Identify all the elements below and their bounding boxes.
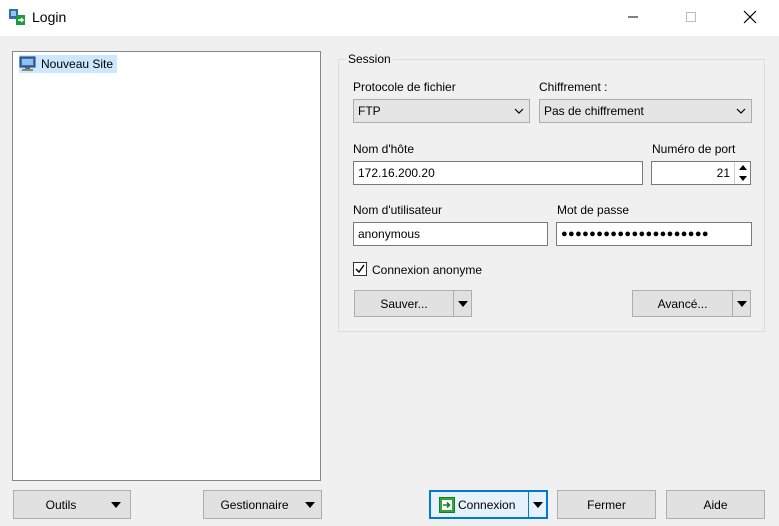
session-group-label: Session — [346, 52, 393, 66]
protocol-value: FTP — [358, 104, 381, 118]
username-label: Nom d'utilisateur — [353, 203, 442, 217]
chevron-down-icon — [731, 108, 751, 114]
title-bar: Login — [0, 0, 779, 36]
anonymous-label: Connexion anonyme — [372, 263, 483, 277]
port-increment-button[interactable] — [735, 162, 750, 173]
tools-button-label: Outils — [45, 497, 77, 512]
tools-button[interactable]: Outils — [13, 490, 131, 519]
close-button[interactable]: Fermer — [557, 490, 656, 519]
close-window-button[interactable] — [727, 0, 773, 34]
port-decrement-button[interactable] — [735, 173, 750, 184]
maximize-icon — [686, 12, 696, 22]
site-item-label: Nouveau Site — [41, 57, 114, 71]
connect-button[interactable]: Connexion — [429, 490, 548, 519]
close-icon — [743, 10, 757, 24]
encryption-select[interactable]: Pas de chiffrement — [539, 99, 752, 123]
checkmark-icon — [355, 264, 365, 274]
anonymous-checkbox[interactable] — [353, 262, 367, 276]
port-stepper[interactable]: 21 — [651, 161, 751, 185]
minimize-button[interactable] — [610, 0, 656, 34]
maximize-button[interactable] — [668, 0, 714, 34]
password-input[interactable]: ●●●●●●●●●●●●●●●●●●●●● — [556, 222, 752, 246]
window-title: Login — [32, 9, 67, 25]
dropdown-arrow-icon — [736, 300, 747, 307]
port-value: 21 — [716, 166, 730, 180]
help-button[interactable]: Aide — [666, 490, 765, 519]
dropdown-arrow-icon — [299, 501, 321, 508]
username-input[interactable]: anonymous — [353, 222, 548, 246]
port-label: Numéro de port — [652, 142, 736, 156]
arrow-down-icon — [738, 176, 747, 181]
site-item-nouveau-site[interactable]: Nouveau Site — [19, 55, 118, 73]
arrow-up-icon — [738, 165, 747, 170]
chevron-down-icon — [509, 108, 529, 114]
save-dropdown-toggle[interactable] — [453, 291, 471, 316]
computer-icon — [19, 56, 36, 71]
connect-dropdown-toggle[interactable] — [528, 492, 546, 517]
advanced-dropdown-toggle[interactable] — [732, 291, 750, 316]
close-button-label: Fermer — [587, 497, 626, 512]
host-input[interactable]: 172.16.200.20 — [353, 161, 643, 185]
save-button[interactable]: Sauver... — [354, 290, 472, 317]
manager-button-label: Gestionnaire — [220, 497, 289, 512]
dropdown-arrow-icon — [102, 501, 130, 508]
site-list[interactable]: Nouveau Site — [12, 51, 321, 481]
advanced-button[interactable]: Avancé... — [632, 290, 751, 317]
encryption-label: Chiffrement : — [539, 80, 608, 94]
host-label: Nom d'hôte — [353, 142, 414, 156]
password-label: Mot de passe — [557, 203, 630, 217]
manager-button[interactable]: Gestionnaire — [203, 490, 322, 519]
minimize-icon — [628, 16, 638, 18]
dropdown-arrow-icon — [532, 501, 543, 508]
app-icon — [9, 9, 25, 25]
protocol-label: Protocole de fichier — [353, 80, 456, 94]
save-button-label: Sauver... — [380, 296, 428, 311]
advanced-button-label: Avancé... — [657, 296, 708, 311]
connect-icon — [439, 496, 455, 513]
help-button-label: Aide — [703, 497, 728, 512]
dropdown-arrow-icon — [457, 300, 468, 307]
connect-button-label: Connexion — [458, 497, 516, 512]
protocol-select[interactable]: FTP — [353, 99, 530, 123]
encryption-value: Pas de chiffrement — [544, 104, 644, 118]
